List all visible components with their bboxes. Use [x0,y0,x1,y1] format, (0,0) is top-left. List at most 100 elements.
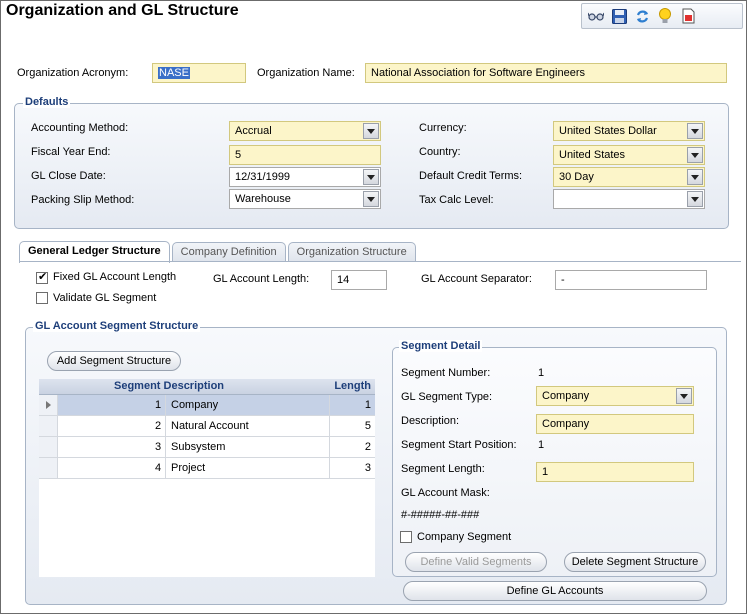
separator-input[interactable]: - [555,270,707,290]
org-name-label: Organization Name: [257,67,355,79]
row-number: 2 [155,420,162,432]
tab-company-definition[interactable]: Company Definition [171,242,286,262]
account-mask-label: GL Account Mask: [401,487,490,499]
fiscal-year-end-input[interactable]: 5 [229,145,381,165]
row-length: 2 [364,441,371,453]
row-number: 1 [155,399,162,411]
define-valid-segments-button[interactable]: Define Valid Segments [405,552,547,572]
segment-number-value: 1 [538,367,545,379]
row-selector[interactable] [39,458,58,478]
chevron-down-icon[interactable] [676,388,692,404]
currency-label: Currency: [419,122,467,134]
report-icon[interactable] [679,7,697,25]
chevron-down-icon[interactable] [687,191,703,207]
column-divider [329,437,330,457]
fixed-length-checkbox[interactable] [36,270,48,284]
table-row[interactable]: 3 Subsystem 2 [39,437,375,458]
description-label: Description: [401,415,460,427]
glasses-icon[interactable] [587,7,605,25]
credit-terms-label: Default Credit Terms: [419,170,523,182]
credit-terms-select[interactable]: 30 Day [553,167,705,187]
segment-detail-title: Segment Detail [399,340,483,352]
segment-structure-title: GL Account Segment Structure [33,320,201,332]
row-description: Project [171,462,206,474]
org-acronym-label: Organization Acronym: [17,67,129,79]
row-length: 5 [364,420,371,432]
row-selector[interactable] [39,437,58,457]
tab-organization-structure[interactable]: Organization Structure [287,242,416,262]
row-length: 3 [364,462,371,474]
fiscal-year-end-label: Fiscal Year End: [31,146,111,158]
tax-calc-select[interactable] [553,189,705,209]
segment-length-label: Segment Length: [401,463,485,475]
column-divider [329,458,330,478]
segment-number-label: Segment Number: [401,367,491,379]
table-row[interactable]: 2 Natural Account 5 [39,416,375,437]
validate-segment-checkbox[interactable] [36,292,48,304]
window-frame: Organization and GL Structure Organizati… [0,0,747,614]
company-segment-checkbox[interactable] [400,531,412,543]
validate-segment-label: Validate GL Segment [53,292,157,304]
country-label: Country: [419,146,461,158]
row-description: Natural Account [171,420,249,432]
toolbar [581,3,743,29]
account-mask-value: #-#####-##-### [401,509,480,521]
currency-select[interactable]: United States Dollar [553,121,705,141]
country-select[interactable]: United States [553,145,705,165]
accounting-method-select[interactable]: Accrual [229,121,381,141]
row-length: 1 [364,399,371,411]
delete-segment-structure-button[interactable]: Delete Segment Structure [564,552,706,572]
tab-general-ledger-structure[interactable]: General Ledger Structure [19,241,170,263]
row-number: 4 [155,462,162,474]
table-row[interactable]: 4 Project 3 [39,458,375,479]
segment-type-select[interactable]: Company [536,386,694,406]
row-pointer-icon [46,401,51,409]
tax-calc-label: Tax Calc Level: [419,194,494,206]
save-icon[interactable] [610,7,628,25]
chevron-down-icon[interactable] [363,191,379,207]
add-segment-structure-button[interactable]: Add Segment Structure [47,351,181,371]
column-divider [165,395,166,415]
row-description: Subsystem [171,441,226,453]
company-segment-label: Company Segment [417,531,512,543]
defaults-title: Defaults [23,96,71,108]
segment-type-label: GL Segment Type: [401,391,493,403]
packing-slip-label: Packing Slip Method: [31,194,135,206]
column-divider [165,416,166,436]
gl-close-date-picker[interactable]: 12/31/1999 [229,167,381,187]
row-selector[interactable] [39,416,58,436]
segment-length-input[interactable]: 1 [536,462,694,482]
segment-grid: Segment Description Length 1 Company 1 2… [39,379,375,577]
page-title: Organization and GL Structure [6,2,239,19]
segment-start-label: Segment Start Position: [401,439,517,451]
column-divider [329,395,330,415]
account-length-input[interactable]: 14 [331,270,387,290]
chevron-down-icon[interactable] [687,123,703,139]
chevron-down-icon[interactable] [363,169,379,185]
row-description: Company [171,399,219,411]
lightbulb-icon[interactable] [656,7,674,25]
row-number: 3 [155,441,162,453]
gl-close-date-label: GL Close Date: [31,170,106,182]
col-length[interactable]: Length [334,380,371,392]
refresh-icon[interactable] [633,7,651,25]
accounting-method-label: Accounting Method: [31,122,129,134]
table-row[interactable]: 1 Company 1 [39,395,375,416]
tab-bar: General Ledger Structure Company Definit… [19,241,418,263]
grid-empty-area [39,479,375,577]
segment-start-value: 1 [538,439,545,451]
chevron-down-icon[interactable] [363,123,379,139]
fixed-length-label: Fixed GL Account Length [53,271,177,283]
account-length-label: GL Account Length: [213,273,310,285]
packing-slip-select[interactable]: Warehouse [229,189,381,209]
col-segment-description[interactable]: Segment Description [114,380,224,392]
define-gl-accounts-button[interactable]: Define GL Accounts [403,581,707,601]
row-selector[interactable] [39,395,58,415]
grid-header: Segment Description Length [39,379,375,395]
chevron-down-icon[interactable] [687,147,703,163]
description-input[interactable]: Company [536,414,694,434]
separator-label: GL Account Separator: [421,273,532,285]
org-name-input[interactable]: National Association for Software Engine… [365,63,727,83]
chevron-down-icon[interactable] [687,169,703,185]
org-acronym-input[interactable]: NASE [152,63,246,83]
